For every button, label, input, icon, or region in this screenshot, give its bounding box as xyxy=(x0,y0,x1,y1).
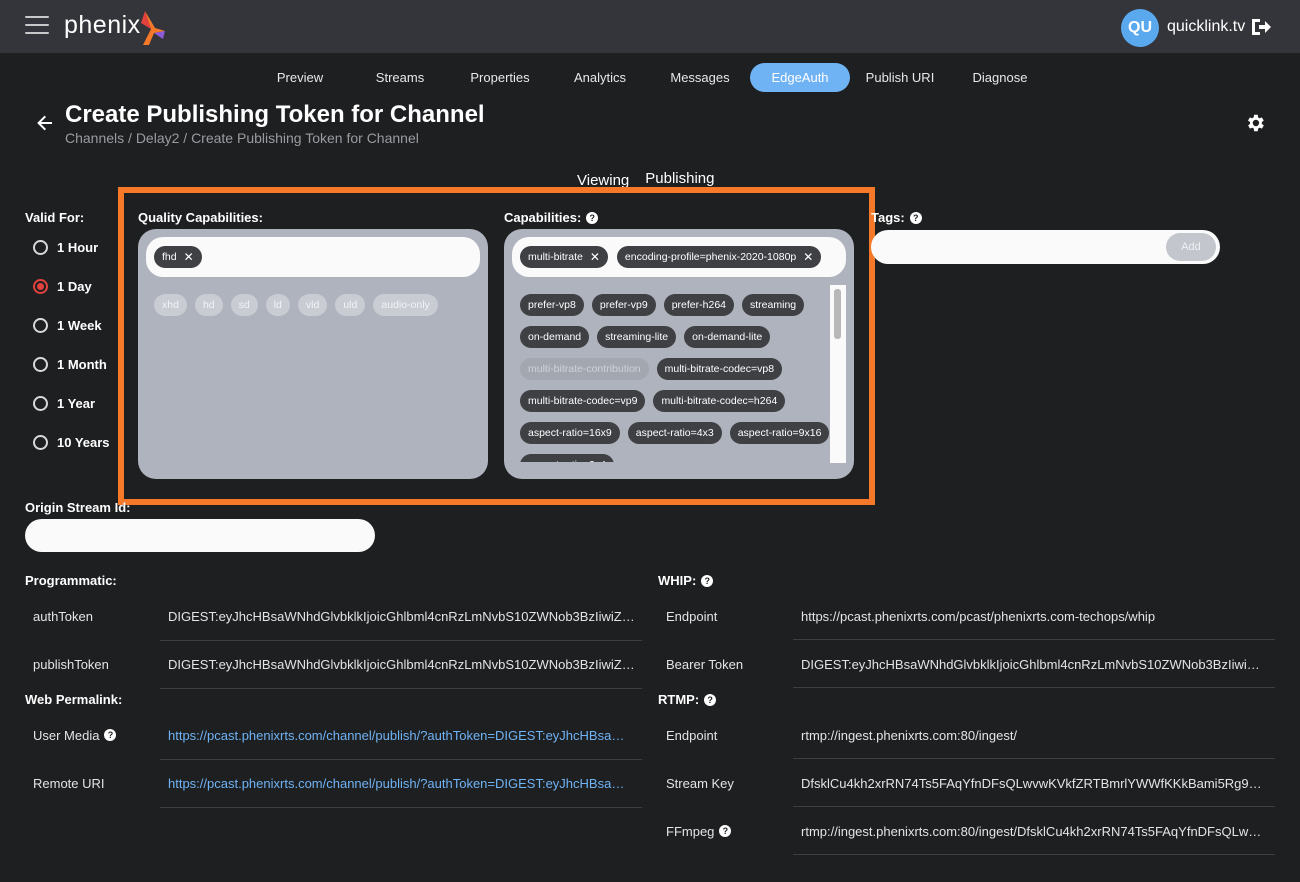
menu-icon[interactable] xyxy=(25,16,49,35)
breadcrumb[interactable]: Channels / Delay2 / Create Publishing To… xyxy=(65,130,419,146)
row-key: publishToken xyxy=(33,656,109,672)
bearer-token-value[interactable]: DIGEST:eyJhcHBsaWNhdGlvbklkIjoicGhlbml4c… xyxy=(801,657,1266,672)
radio-label: 1 Day xyxy=(57,279,92,294)
radio-1-hour[interactable]: 1 Hour xyxy=(33,240,98,255)
divider xyxy=(160,807,642,808)
help-icon[interactable]: ? xyxy=(704,693,717,706)
tab-messages[interactable]: Messages xyxy=(650,63,750,92)
tags-label: Tags:? xyxy=(871,210,922,225)
table-row: publishToken DIGEST:eyJhcHBsaWNhdGlvbklk… xyxy=(25,640,642,688)
stream-key-value[interactable]: DfsklCu4kh2xrRN74Ts5FAqYfnDFsQLwvwKVkfZR… xyxy=(801,776,1266,791)
table-row: FFmpeg? rtmp://ingest.phenixrts.com:80/i… xyxy=(658,807,1275,855)
radio-button[interactable] xyxy=(33,240,48,255)
table-row: Endpoint rtmp://ingest.phenixrts.com:80/… xyxy=(658,711,1275,759)
table-row: Bearer Token DIGEST:eyJhcHBsaWNhdGlvbklk… xyxy=(658,640,1275,688)
help-icon[interactable]: ? xyxy=(909,211,922,224)
row-key: Stream Key xyxy=(666,775,734,791)
programmatic-label: Programmatic: xyxy=(25,573,117,588)
add-tag-button[interactable]: Add xyxy=(1166,233,1216,261)
whip-label-text: WHIP: xyxy=(658,573,697,588)
radio-button[interactable] xyxy=(33,435,48,450)
radio-label: 1 Month xyxy=(57,357,107,372)
whip-endpoint-value[interactable]: https://pcast.phenixrts.com/pcast/phenix… xyxy=(801,609,1266,624)
publish-token-value[interactable]: DIGEST:eyJhcHBsaWNhdGlvbklkIjoicGhlbml4c… xyxy=(168,657,635,672)
avatar[interactable]: QU xyxy=(1121,9,1159,47)
user-media-link[interactable]: https://pcast.phenixrts.com/channel/publ… xyxy=(168,728,635,743)
tab-publish-uri[interactable]: Publish URI xyxy=(850,63,950,92)
gear-icon[interactable] xyxy=(1244,112,1266,134)
whip-label: WHIP:? xyxy=(658,573,714,588)
remote-uri-link[interactable]: https://pcast.phenixrts.com/channel/publ… xyxy=(168,776,635,791)
table-row: authToken DIGEST:eyJhcHBsaWNhdGlvbklkIjo… xyxy=(25,592,642,640)
row-key: authToken xyxy=(33,608,93,624)
row-key-text: FFmpeg xyxy=(666,823,715,839)
origin-stream-id-label: Origin Stream Id: xyxy=(25,500,131,515)
radio-1-day[interactable]: 1 Day xyxy=(33,279,92,294)
help-icon[interactable]: ? xyxy=(701,574,714,587)
row-key: Endpoint xyxy=(666,727,718,743)
radio-1-week[interactable]: 1 Week xyxy=(33,318,102,333)
radio-button[interactable] xyxy=(33,396,48,411)
valid-for-label: Valid For: xyxy=(25,210,85,225)
logout-icon[interactable] xyxy=(1250,17,1272,37)
row-key: Remote URI xyxy=(33,775,105,791)
divider xyxy=(793,854,1275,855)
help-icon[interactable]: ? xyxy=(719,825,732,837)
radio-button[interactable] xyxy=(33,318,48,333)
divider xyxy=(160,688,642,689)
highlight-frame xyxy=(118,187,875,505)
rtmp-label: RTMP:? xyxy=(658,692,717,707)
divider xyxy=(793,687,1275,688)
radio-button-selected[interactable] xyxy=(33,279,48,294)
radio-label: 1 Hour xyxy=(57,240,99,255)
tab-streams[interactable]: Streams xyxy=(350,63,450,92)
table-row: User Media? https://pcast.phenixrts.com/… xyxy=(25,711,642,759)
help-icon[interactable]: ? xyxy=(104,729,117,741)
top-bar: phenix QU quicklink.tv xyxy=(0,0,1300,53)
tab-edgeauth[interactable]: EdgeAuth xyxy=(750,63,850,92)
radio-label: 1 Week xyxy=(57,318,102,333)
table-row: Stream Key DfsklCu4kh2xrRN74Ts5FAqYfnDFs… xyxy=(658,759,1275,807)
username[interactable]: quicklink.tv xyxy=(1167,18,1245,36)
row-key: User Media? xyxy=(33,727,117,743)
rtmp-endpoint-value[interactable]: rtmp://ingest.phenixrts.com:80/ingest/ xyxy=(801,728,1266,743)
rtmp-label-text: RTMP: xyxy=(658,692,700,707)
radio-label: 1 Year xyxy=(57,396,96,411)
tab-analytics[interactable]: Analytics xyxy=(550,63,650,92)
logo-mark-icon xyxy=(141,11,165,45)
back-arrow-icon[interactable] xyxy=(36,114,54,132)
radio-label: 10 Years xyxy=(57,435,110,450)
table-row: Endpoint https://pcast.phenixrts.com/pca… xyxy=(658,592,1275,640)
auth-token-value[interactable]: DIGEST:eyJhcHBsaWNhdGlvbklkIjoicGhlbml4c… xyxy=(168,609,635,624)
logo-text: phenix xyxy=(64,11,141,39)
radio-10-years[interactable]: 10 Years xyxy=(33,435,110,450)
nav-tabs: Preview Streams Properties Analytics Mes… xyxy=(250,63,1050,92)
tab-preview[interactable]: Preview xyxy=(250,63,350,92)
table-row: Remote URI https://pcast.phenixrts.com/c… xyxy=(25,759,642,807)
web-permalink-label: Web Permalink: xyxy=(25,692,123,707)
row-key-text: User Media xyxy=(33,727,100,743)
tags-label-text: Tags: xyxy=(871,210,905,225)
tab-diagnose[interactable]: Diagnose xyxy=(950,63,1050,92)
radio-1-month[interactable]: 1 Month xyxy=(33,357,107,372)
tab-properties[interactable]: Properties xyxy=(450,63,550,92)
ffmpeg-value[interactable]: rtmp://ingest.phenixrts.com:80/ingest/Df… xyxy=(801,824,1266,839)
radio-1-year[interactable]: 1 Year xyxy=(33,396,95,411)
row-key: Bearer Token xyxy=(666,656,744,672)
row-key: Endpoint xyxy=(666,608,718,624)
origin-stream-id-input[interactable] xyxy=(25,519,375,552)
radio-button[interactable] xyxy=(33,357,48,372)
row-key: FFmpeg? xyxy=(666,823,732,839)
page-title: Create Publishing Token for Channel xyxy=(65,101,485,128)
tags-input[interactable]: Add xyxy=(871,230,1220,264)
